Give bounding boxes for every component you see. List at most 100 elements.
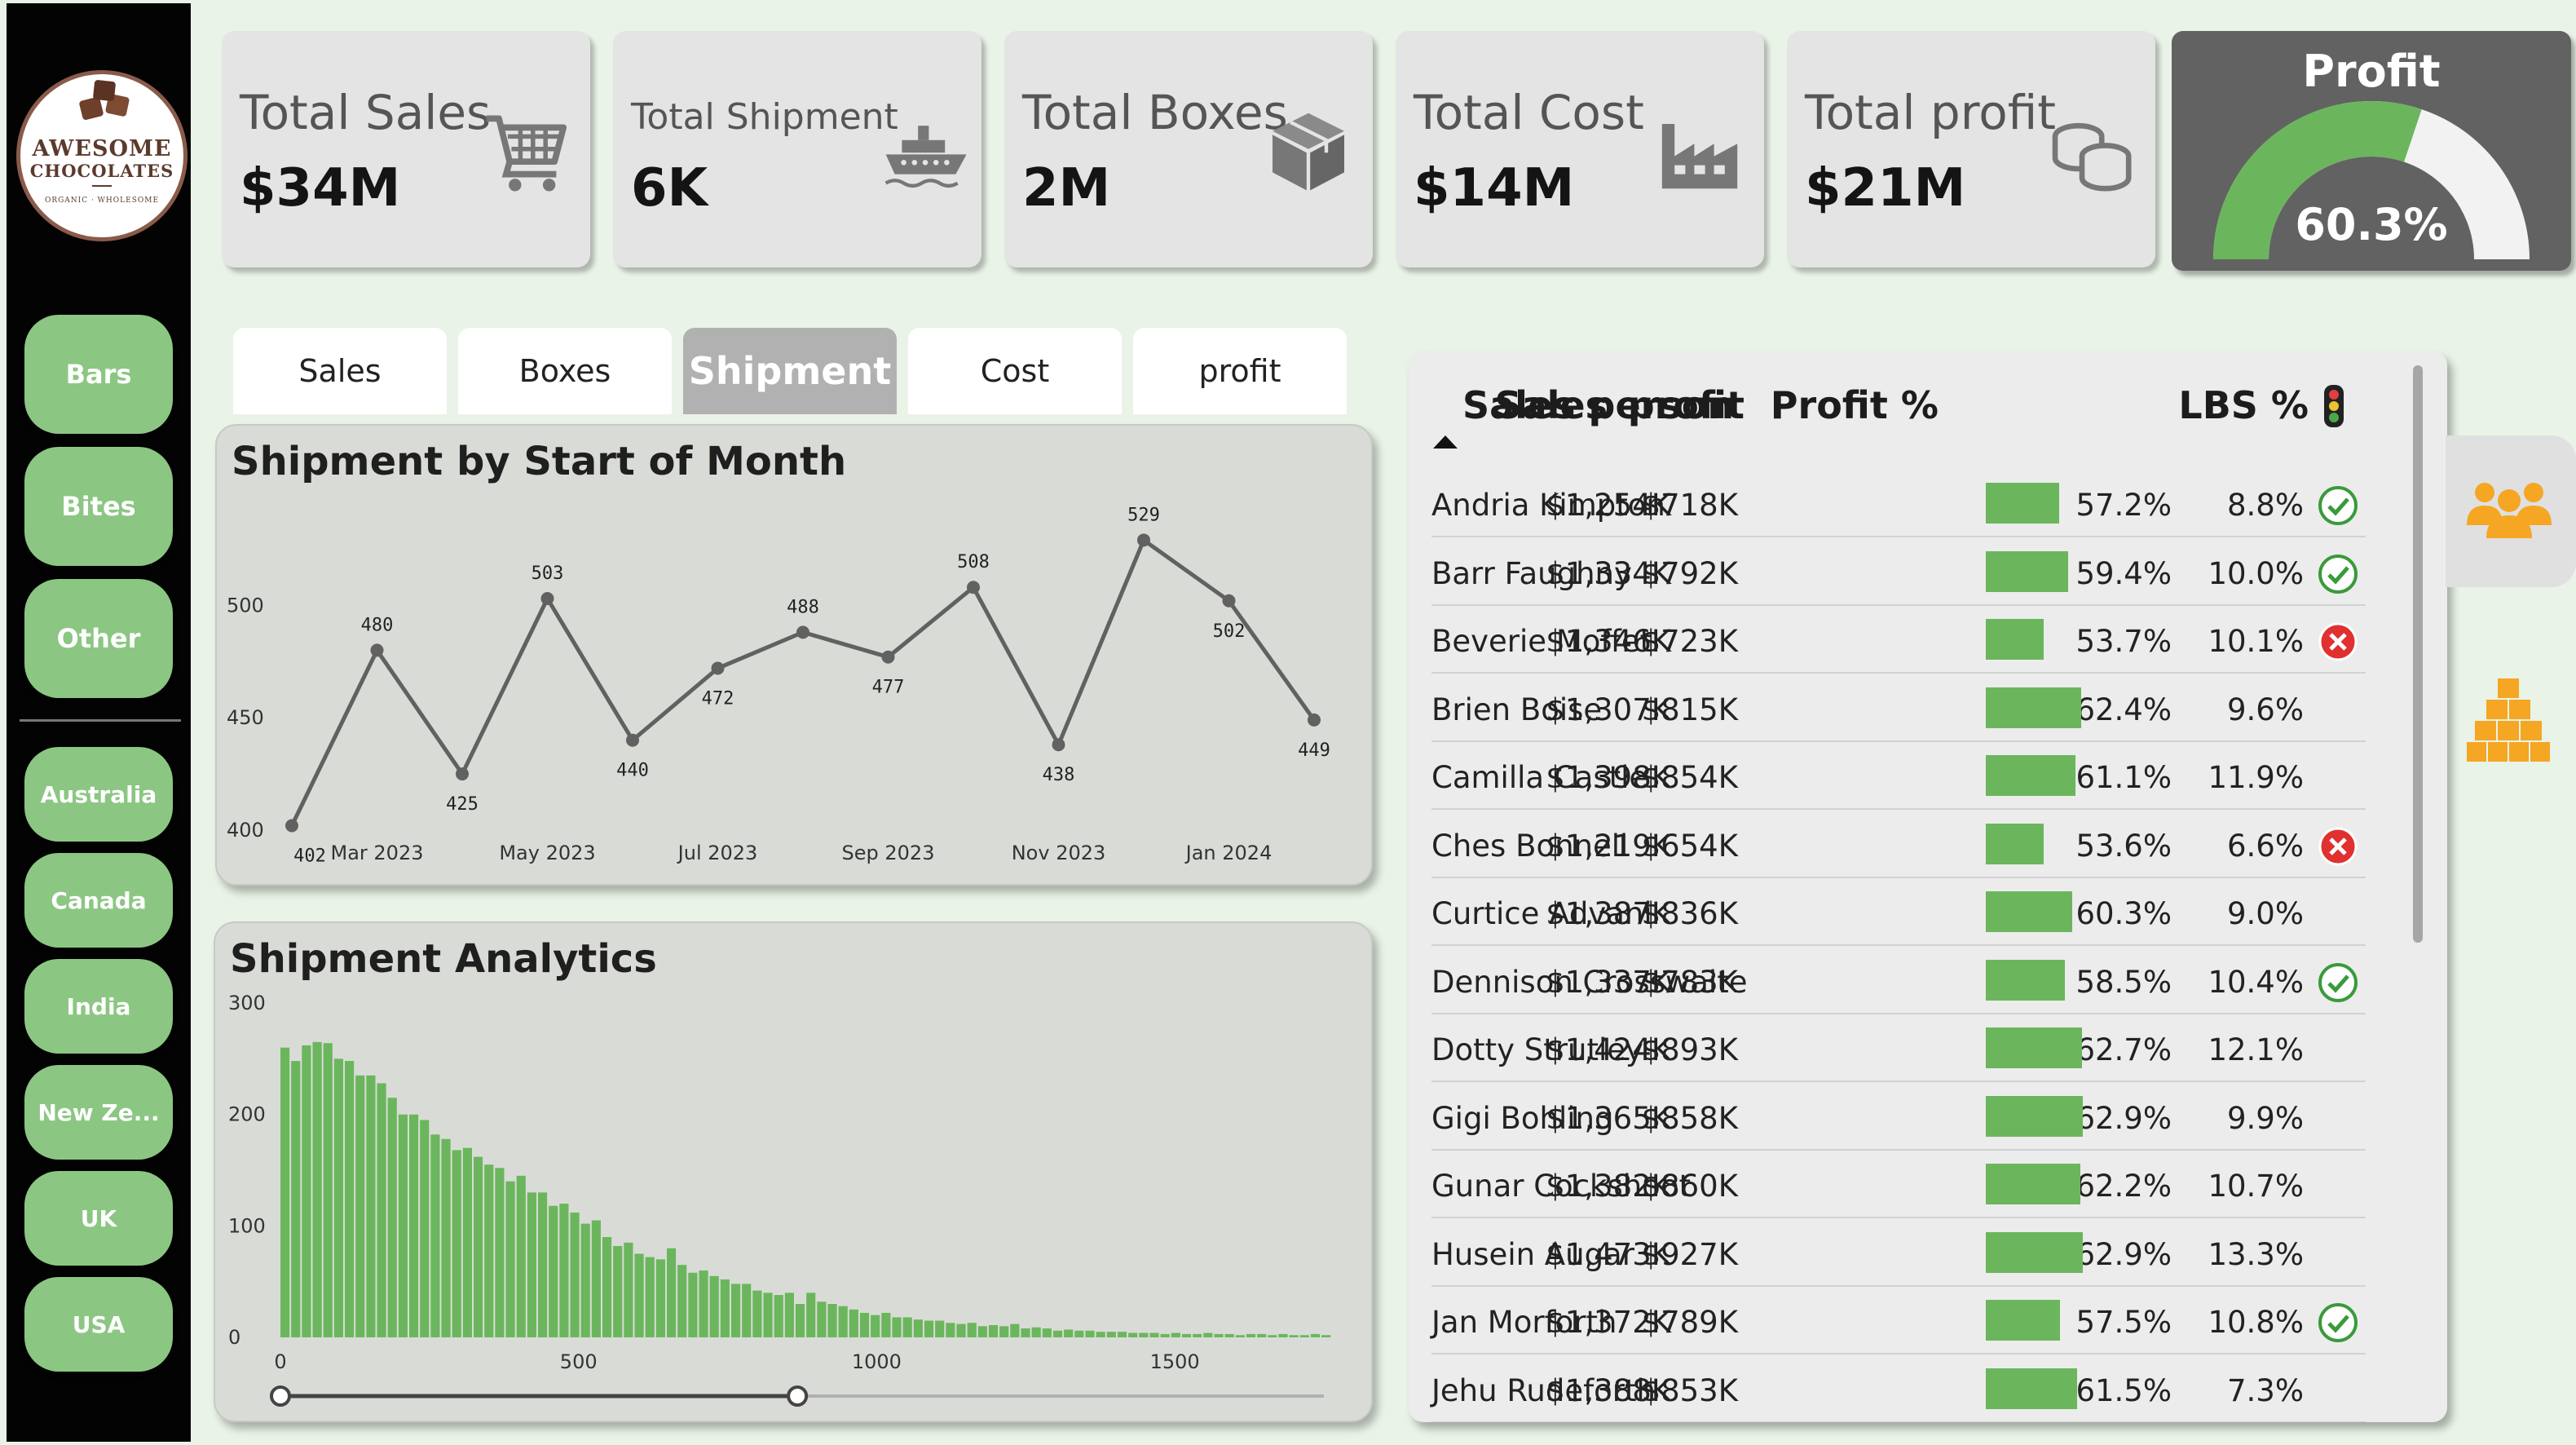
- histogram-bar[interactable]: [1278, 1333, 1288, 1337]
- data-point[interactable]: [456, 767, 469, 781]
- histogram-bar[interactable]: [473, 1156, 483, 1337]
- histogram-bar[interactable]: [377, 1083, 386, 1337]
- histogram-bar[interactable]: [946, 1323, 955, 1337]
- histogram-bar[interactable]: [752, 1290, 762, 1337]
- histogram-bar[interactable]: [924, 1320, 934, 1338]
- header-profit[interactable]: profit: [1628, 383, 1745, 427]
- table-row[interactable]: Jehu Rudeforth $1,388K $853K 61.5% 7.3%: [1431, 1355, 2366, 1422]
- histogram-bar[interactable]: [1321, 1335, 1331, 1337]
- tab-profit[interactable]: profit: [1133, 328, 1347, 414]
- histogram-bar[interactable]: [935, 1320, 945, 1338]
- histogram-bar[interactable]: [817, 1301, 827, 1337]
- histogram-bar[interactable]: [462, 1147, 472, 1337]
- boxes-stack-icon[interactable]: [2467, 677, 2552, 763]
- histogram-bar[interactable]: [827, 1304, 837, 1337]
- histogram-bar[interactable]: [795, 1304, 805, 1337]
- table-row[interactable]: Andria Kimpton $1,254K $718K 57.2% 8.8%: [1431, 470, 2366, 537]
- data-point[interactable]: [881, 650, 895, 664]
- histogram-bar[interactable]: [1193, 1333, 1202, 1337]
- data-point[interactable]: [1137, 533, 1150, 547]
- histogram-bar[interactable]: [302, 1045, 311, 1337]
- data-point[interactable]: [540, 592, 554, 606]
- histogram-bar[interactable]: [624, 1242, 633, 1337]
- histogram-bar[interactable]: [967, 1323, 977, 1337]
- histogram-bar[interactable]: [333, 1058, 343, 1337]
- data-point[interactable]: [285, 819, 298, 833]
- table-row[interactable]: Dennison Crosswaite $1,337K $783K 58.5% 10.4…: [1431, 947, 2366, 1014]
- histogram-bar[interactable]: [838, 1306, 848, 1337]
- range-slider-max-handle[interactable]: [787, 1385, 809, 1407]
- histogram-bar[interactable]: [859, 1312, 870, 1337]
- filter-india-button[interactable]: India: [24, 959, 173, 1054]
- histogram-bar[interactable]: [634, 1253, 644, 1338]
- histogram-bar[interactable]: [366, 1075, 376, 1337]
- histogram-bar[interactable]: [806, 1293, 816, 1337]
- data-point[interactable]: [711, 661, 725, 675]
- histogram-bar[interactable]: [516, 1175, 526, 1337]
- filter-other-button[interactable]: Other: [24, 579, 173, 698]
- histogram-bar[interactable]: [1214, 1333, 1224, 1337]
- histogram-bar[interactable]: [312, 1041, 322, 1337]
- histogram-bar[interactable]: [720, 1279, 730, 1337]
- histogram-bar[interactable]: [1149, 1332, 1159, 1337]
- histogram-bar[interactable]: [1052, 1330, 1063, 1337]
- histogram-bar[interactable]: [580, 1223, 590, 1337]
- histogram-bar[interactable]: [280, 1047, 290, 1337]
- histogram-bar[interactable]: [387, 1098, 397, 1337]
- histogram-bar[interactable]: [1042, 1328, 1052, 1337]
- histogram-bar[interactable]: [408, 1114, 419, 1337]
- filter-canada-button[interactable]: Canada: [24, 853, 173, 948]
- histogram-bar[interactable]: [988, 1324, 999, 1337]
- histogram-bar[interactable]: [1106, 1332, 1116, 1337]
- histogram-bar[interactable]: [913, 1319, 923, 1337]
- histogram-bar[interactable]: [742, 1284, 752, 1337]
- histogram-bar[interactable]: [452, 1150, 461, 1337]
- histogram-bar[interactable]: [956, 1323, 966, 1337]
- data-point[interactable]: [626, 733, 639, 747]
- histogram-bar[interactable]: [1224, 1333, 1234, 1337]
- histogram-bar[interactable]: [1031, 1327, 1041, 1337]
- header-profit-pct[interactable]: Profit %: [1771, 383, 1939, 427]
- table-row[interactable]: Curtice Advani $1,387K $836K 60.3% 9.0%: [1431, 878, 2366, 946]
- histogram-bar[interactable]: [730, 1284, 741, 1337]
- histogram-bar[interactable]: [570, 1212, 580, 1337]
- tab-sales[interactable]: Sales: [233, 328, 447, 414]
- header-sales[interactable]: Sales: [1494, 383, 1608, 427]
- histogram-bar[interactable]: [763, 1293, 773, 1337]
- histogram-bar[interactable]: [1203, 1332, 1213, 1337]
- tab-boxes[interactable]: Boxes: [458, 328, 672, 414]
- histogram-bar[interactable]: [591, 1220, 601, 1338]
- histogram-bar[interactable]: [1128, 1332, 1138, 1337]
- histogram-bar[interactable]: [688, 1272, 698, 1337]
- histogram-bar[interactable]: [1021, 1328, 1030, 1337]
- histogram-bar[interactable]: [1064, 1329, 1074, 1337]
- filter-bars-button[interactable]: Bars: [24, 315, 173, 434]
- histogram-bar[interactable]: [323, 1043, 333, 1337]
- table-row[interactable]: Beverie Moffet $1,346K $723K 53.7% 10.1%: [1431, 606, 2366, 674]
- histogram-bar[interactable]: [495, 1168, 505, 1337]
- table-row[interactable]: Ches Bonnell $1,219K $654K 53.6% 6.6%: [1431, 811, 2366, 878]
- histogram-bar[interactable]: [881, 1312, 891, 1337]
- histogram-bar[interactable]: [699, 1270, 708, 1337]
- histogram-bar[interactable]: [344, 1061, 355, 1337]
- histogram-bar[interactable]: [1235, 1335, 1245, 1337]
- histogram-bar[interactable]: [1010, 1323, 1020, 1337]
- table-row[interactable]: Gunar Cockshoot $1,382K $860K 62.2% 10.7%: [1431, 1151, 2366, 1218]
- filter-uk-button[interactable]: UK: [24, 1171, 173, 1266]
- sort-ascending-icon[interactable]: [1431, 434, 1459, 450]
- data-point[interactable]: [370, 643, 384, 657]
- histogram-bar[interactable]: [774, 1295, 783, 1337]
- histogram-bar[interactable]: [1074, 1330, 1084, 1337]
- filter-bites-button[interactable]: Bites: [24, 447, 173, 566]
- histogram-bar[interactable]: [430, 1134, 440, 1337]
- histogram-bar[interactable]: [709, 1275, 719, 1337]
- histogram-bar[interactable]: [902, 1317, 912, 1337]
- filter-usa-button[interactable]: USA: [24, 1277, 173, 1372]
- table-row[interactable]: Jan Morforth $1,372K $789K 57.5% 10.8%: [1431, 1287, 2366, 1354]
- histogram-bar[interactable]: [291, 1061, 301, 1337]
- histogram-bar[interactable]: [655, 1259, 665, 1337]
- histogram-bar[interactable]: [1096, 1332, 1105, 1337]
- histogram-bar[interactable]: [505, 1181, 515, 1337]
- histogram-bar[interactable]: [1117, 1332, 1127, 1337]
- histogram-bar[interactable]: [1160, 1333, 1170, 1337]
